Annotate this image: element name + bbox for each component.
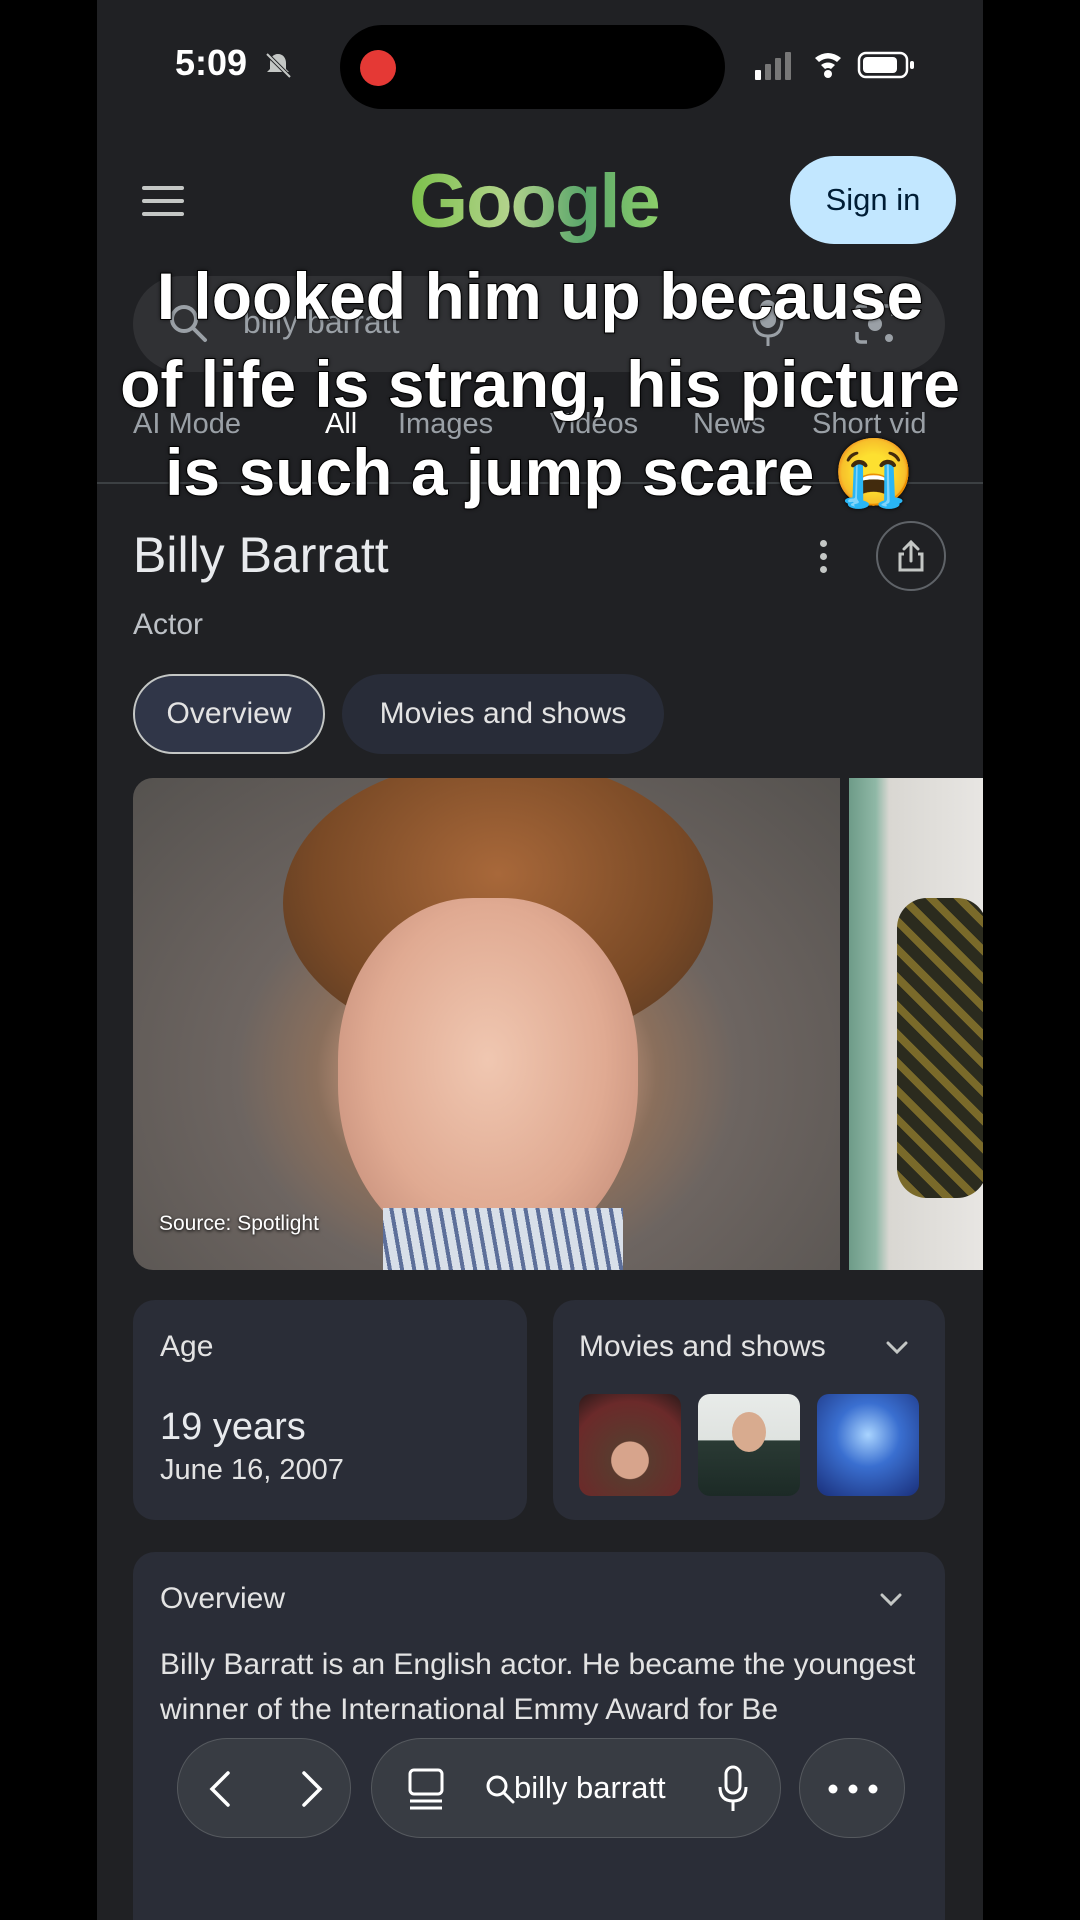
sign-in-button[interactable]: Sign in: [790, 156, 956, 244]
overview-label: Overview: [160, 1582, 286, 1615]
movie-thumbnail[interactable]: [817, 1394, 919, 1496]
recording-indicator: [360, 50, 396, 86]
history-nav: [177, 1738, 351, 1838]
entity-subtitle: Actor: [133, 608, 204, 641]
chevron-down-icon[interactable]: [883, 1334, 911, 1362]
forward-icon[interactable]: [290, 1769, 330, 1809]
share-icon: [898, 539, 924, 572]
mic-icon[interactable]: [718, 1765, 748, 1813]
more-menu-button[interactable]: [799, 1738, 905, 1838]
age-card[interactable]: Age 19 years June 16, 2007: [133, 1300, 527, 1520]
google-logo[interactable]: Google: [409, 158, 661, 245]
dynamic-island: [340, 25, 725, 109]
back-icon[interactable]: [202, 1769, 242, 1809]
chip-movies-and-shows[interactable]: Movies and shows: [342, 674, 664, 754]
address-bar[interactable]: billy barratt: [371, 1738, 781, 1838]
movie-thumbnail[interactable]: [579, 1394, 681, 1496]
chip-overview[interactable]: Overview: [133, 674, 325, 754]
phone-screen: 5:09 Google Sign in billy barratt AI Mod…: [97, 0, 983, 1920]
caption-line: I looked him up because: [156, 258, 925, 334]
overview-text: Billy Barratt is an English actor. He be…: [160, 1648, 916, 1726]
photo-source: Source: Spotlight: [159, 1212, 319, 1235]
chevron-down-icon[interactable]: [877, 1586, 905, 1614]
age-label: Age: [160, 1330, 214, 1363]
movies-card[interactable]: Movies and shows: [553, 1300, 945, 1520]
more-vert-icon[interactable]: [817, 540, 829, 580]
entity-photo[interactable]: Source: Spotlight: [133, 778, 840, 1270]
signal-icon: [755, 52, 791, 80]
movies-label: Movies and shows: [579, 1330, 826, 1363]
address-query[interactable]: billy barratt: [514, 1770, 666, 1806]
bell-mute-icon: [265, 52, 292, 79]
overview-card[interactable]: Overview Billy Barratt is an English act…: [133, 1552, 945, 1920]
birth-date: June 16, 2007: [160, 1454, 344, 1486]
photo-face: [338, 898, 638, 1258]
battery-icon: [857, 51, 914, 79]
video-caption: I looked him up because of life is stran…: [97, 252, 983, 516]
caption-line: is such a jump scare 😭: [164, 434, 916, 510]
status-icons: [755, 51, 914, 80]
share-button[interactable]: [876, 521, 946, 591]
search-icon: [486, 1775, 515, 1804]
more-horiz-icon: [828, 1784, 878, 1794]
wifi-icon: [815, 53, 841, 78]
menu-icon[interactable]: [142, 186, 184, 216]
caption-line: of life is strang, his picture: [119, 346, 961, 422]
age-value: 19 years: [160, 1406, 306, 1448]
entity-title: Billy Barratt: [133, 527, 389, 583]
photo-shirt: [383, 1208, 623, 1270]
status-time: 5:09: [175, 42, 248, 83]
photo-plaid-shirt: [897, 898, 983, 1198]
movie-thumbnail[interactable]: [698, 1394, 800, 1496]
tabs-icon[interactable]: [406, 1767, 446, 1811]
entity-photo-secondary[interactable]: [849, 778, 983, 1270]
